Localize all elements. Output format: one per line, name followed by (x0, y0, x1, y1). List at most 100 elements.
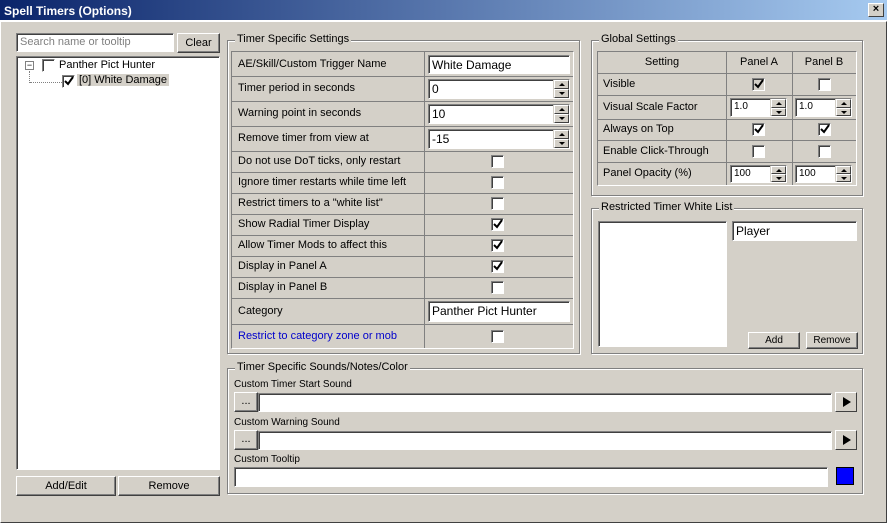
column-header: Panel A (740, 56, 778, 68)
spin-arrows-icon[interactable] (553, 105, 569, 123)
warning-sound-label: Custom Warning Sound (234, 417, 340, 428)
row-divider (232, 214, 573, 215)
setting-label: Allow Timer Mods to affect this (238, 239, 387, 251)
setting-label: Category (238, 305, 283, 317)
numeric-spin-input[interactable]: 100 (730, 165, 787, 183)
spin-arrows-icon[interactable] (835, 99, 851, 116)
row-divider (598, 162, 856, 163)
remove-button[interactable]: Remove (118, 476, 220, 496)
numeric-spin-input[interactable]: 1.0 (730, 98, 787, 117)
spin-arrows-icon[interactable] (770, 99, 786, 116)
tree-connector (30, 82, 62, 83)
warning-sound-play-button[interactable] (835, 430, 857, 450)
checkbox[interactable] (818, 145, 831, 158)
collapse-icon[interactable]: − (25, 61, 34, 70)
checkbox[interactable] (491, 330, 504, 343)
spin-value: 0 (432, 82, 439, 96)
row-divider (232, 193, 573, 194)
row-divider (598, 140, 856, 141)
color-swatch[interactable] (836, 467, 854, 485)
global-settings-grid: Setting Panel A Panel B Visible Visual Scale… (597, 51, 857, 186)
setting-label: Show Radial Timer Display (238, 218, 370, 230)
row-divider (232, 172, 573, 173)
row-divider (232, 76, 573, 77)
numeric-spin-input[interactable]: 0 (428, 79, 570, 99)
checkbox[interactable] (491, 239, 504, 252)
timer-settings-title: Timer Specific Settings (235, 33, 352, 45)
checkbox[interactable] (491, 197, 504, 210)
row-divider (598, 119, 856, 120)
start-sound-input[interactable] (258, 393, 832, 412)
tooltip-input[interactable] (234, 467, 828, 487)
window-title: Spell Timers (Options) (4, 4, 132, 18)
spin-arrows-icon[interactable] (553, 130, 569, 148)
checkbox[interactable] (752, 145, 765, 158)
numeric-spin-input[interactable]: 1.0 (795, 98, 852, 117)
row-divider (232, 126, 573, 127)
row-divider (598, 73, 856, 74)
checkbox[interactable] (491, 155, 504, 168)
setting-text-input[interactable]: Panther Pict Hunter (428, 301, 570, 322)
white-list-box[interactable] (598, 221, 727, 347)
setting-label: Restrict timers to a "white list" (238, 197, 383, 209)
white-list-entry-input[interactable]: Player (732, 221, 857, 241)
column-divider (726, 52, 727, 185)
tree-child-label[interactable]: [0] White Damage (77, 74, 170, 86)
root-checkbox[interactable] (42, 59, 55, 72)
start-sound-browse-button[interactable]: ... (234, 392, 258, 412)
spin-arrows-icon[interactable] (835, 166, 851, 182)
spin-arrows-icon[interactable] (553, 80, 569, 98)
checkbox[interactable] (491, 176, 504, 189)
setting-label: AE/Skill/Custom Trigger Name (238, 58, 387, 70)
column-header: Panel B (804, 56, 844, 68)
add-edit-button[interactable]: Add/Edit (16, 476, 116, 496)
spin-arrows-icon[interactable] (770, 166, 786, 182)
tree-root-label[interactable]: Panther Pict Hunter (59, 59, 155, 71)
checkbox[interactable] (818, 78, 831, 91)
global-setting-label: Panel Opacity (%) (603, 167, 692, 179)
numeric-spin-input[interactable]: 10 (428, 104, 570, 124)
numeric-spin-input[interactable]: -15 (428, 129, 570, 149)
close-button[interactable]: × (868, 3, 884, 17)
checkmark-icon (820, 124, 830, 134)
row-divider (232, 256, 573, 257)
global-setting-label: Visual Scale Factor (603, 101, 698, 113)
checkbox[interactable] (752, 123, 765, 136)
setting-label: Timer period in seconds (238, 82, 355, 94)
row-divider (232, 298, 573, 299)
setting-text-input[interactable]: White Damage (428, 55, 570, 74)
start-sound-label: Custom Timer Start Sound (234, 379, 352, 390)
white-list-title: Restricted Timer White List (599, 201, 735, 213)
checkmark-icon (754, 79, 764, 89)
checkbox[interactable] (491, 281, 504, 294)
spin-value: 10 (432, 107, 446, 121)
row-divider (598, 95, 856, 96)
title-bar: Spell Timers (Options) × (0, 0, 887, 21)
warning-sound-input[interactable] (258, 431, 832, 450)
warning-sound-browse-button[interactable]: ... (234, 430, 258, 450)
setting-label: Display in Panel B (238, 281, 328, 293)
spin-value: 1.0 (734, 101, 748, 112)
child-checkbox[interactable] (62, 75, 75, 88)
checkbox[interactable] (752, 78, 765, 91)
checkbox[interactable] (491, 218, 504, 231)
timer-settings-grid: AE/Skill/Custom Trigger Name White Damage… (231, 51, 574, 349)
search-input[interactable]: Search name or tooltip (16, 33, 174, 52)
checkbox[interactable] (491, 260, 504, 273)
column-divider (424, 52, 425, 348)
column-header: Setting (644, 56, 680, 68)
checkbox[interactable] (818, 123, 831, 136)
sounds-title: Timer Specific Sounds/Notes/Color (235, 361, 410, 373)
global-settings-title: Global Settings (599, 33, 678, 45)
row-divider (232, 324, 573, 325)
start-sound-play-button[interactable] (835, 392, 857, 412)
setting-label: Ignore timer restarts while time left (238, 176, 407, 188)
white-list-remove-button[interactable]: Remove (806, 332, 858, 349)
row-divider (232, 235, 573, 236)
white-list-add-button[interactable]: Add (748, 332, 800, 349)
numeric-spin-input[interactable]: 100 (795, 165, 852, 183)
clear-button[interactable]: Clear (177, 33, 220, 53)
timer-tree[interactable]: − Panther Pict Hunter [0] White Damage (16, 56, 220, 470)
checkmark-icon (493, 240, 503, 250)
setting-label[interactable]: Restrict to category zone or mob (238, 330, 397, 342)
